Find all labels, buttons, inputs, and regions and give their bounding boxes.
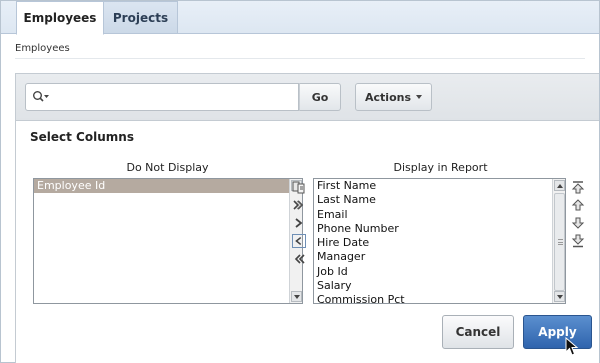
move-all-left-icon[interactable] [292, 252, 306, 266]
list-item[interactable]: Manager [314, 250, 552, 264]
list-item[interactable]: Salary [314, 279, 552, 293]
display-in-report-list[interactable]: First Name Last Name Email Phone Number … [313, 178, 566, 304]
display-in-report-scrollbar[interactable] [552, 179, 565, 303]
list-item[interactable]: Employee Id [34, 179, 289, 194]
list-item[interactable]: Email [314, 208, 552, 222]
display-in-report-heading: Display in Report [393, 161, 488, 174]
move-up-icon[interactable] [571, 198, 585, 212]
actions-menu-button[interactable]: Actions [355, 83, 432, 111]
do-not-display-heading: Do Not Display [126, 161, 209, 174]
move-bottom-icon[interactable] [571, 234, 585, 248]
apply-button[interactable]: Apply [523, 315, 592, 349]
select-columns-panel: Select Columns Do Not Display Display in… [15, 120, 599, 363]
list-item[interactable]: First Name [314, 179, 552, 193]
move-left-icon[interactable] [292, 234, 306, 248]
move-all-right-icon[interactable] [292, 198, 306, 212]
go-button[interactable]: Go [299, 83, 341, 111]
move-top-icon[interactable] [571, 180, 585, 194]
list-item[interactable]: Commission Pct [314, 293, 552, 303]
grip-icon [558, 239, 563, 245]
list-item[interactable]: Last Name [314, 193, 552, 207]
scroll-down-icon[interactable] [554, 291, 565, 302]
tab-projects[interactable]: Projects [104, 1, 178, 34]
do-not-display-items: Employee Id [34, 179, 289, 303]
do-not-display-list[interactable]: Employee Id [33, 178, 303, 304]
scroll-down-icon[interactable] [291, 291, 302, 302]
report-toolbar: Go Actions [15, 73, 599, 121]
move-down-icon[interactable] [571, 216, 585, 230]
search-input[interactable] [25, 83, 299, 111]
scrollbar-thumb[interactable] [554, 193, 565, 291]
cancel-button[interactable]: Cancel [442, 315, 514, 349]
breadcrumb-divider [15, 58, 585, 59]
search-icon[interactable] [32, 90, 50, 104]
panel-title: Select Columns [30, 130, 134, 144]
actions-label: Actions [365, 90, 411, 104]
scroll-up-icon[interactable] [554, 180, 565, 191]
tab-bar: Employees Projects [1, 1, 599, 35]
reset-icon[interactable] [292, 180, 306, 194]
display-in-report-items: First Name Last Name Email Phone Number … [314, 179, 552, 303]
mouse-cursor-icon [565, 337, 579, 356]
tab-employees[interactable]: Employees [16, 1, 104, 35]
breadcrumb: Employees [15, 43, 70, 54]
chevron-down-icon [416, 95, 422, 99]
move-right-icon[interactable] [292, 216, 306, 230]
list-item[interactable]: Phone Number [314, 222, 552, 236]
list-item[interactable]: Hire Date [314, 236, 552, 250]
list-item[interactable]: Job Id [314, 265, 552, 279]
